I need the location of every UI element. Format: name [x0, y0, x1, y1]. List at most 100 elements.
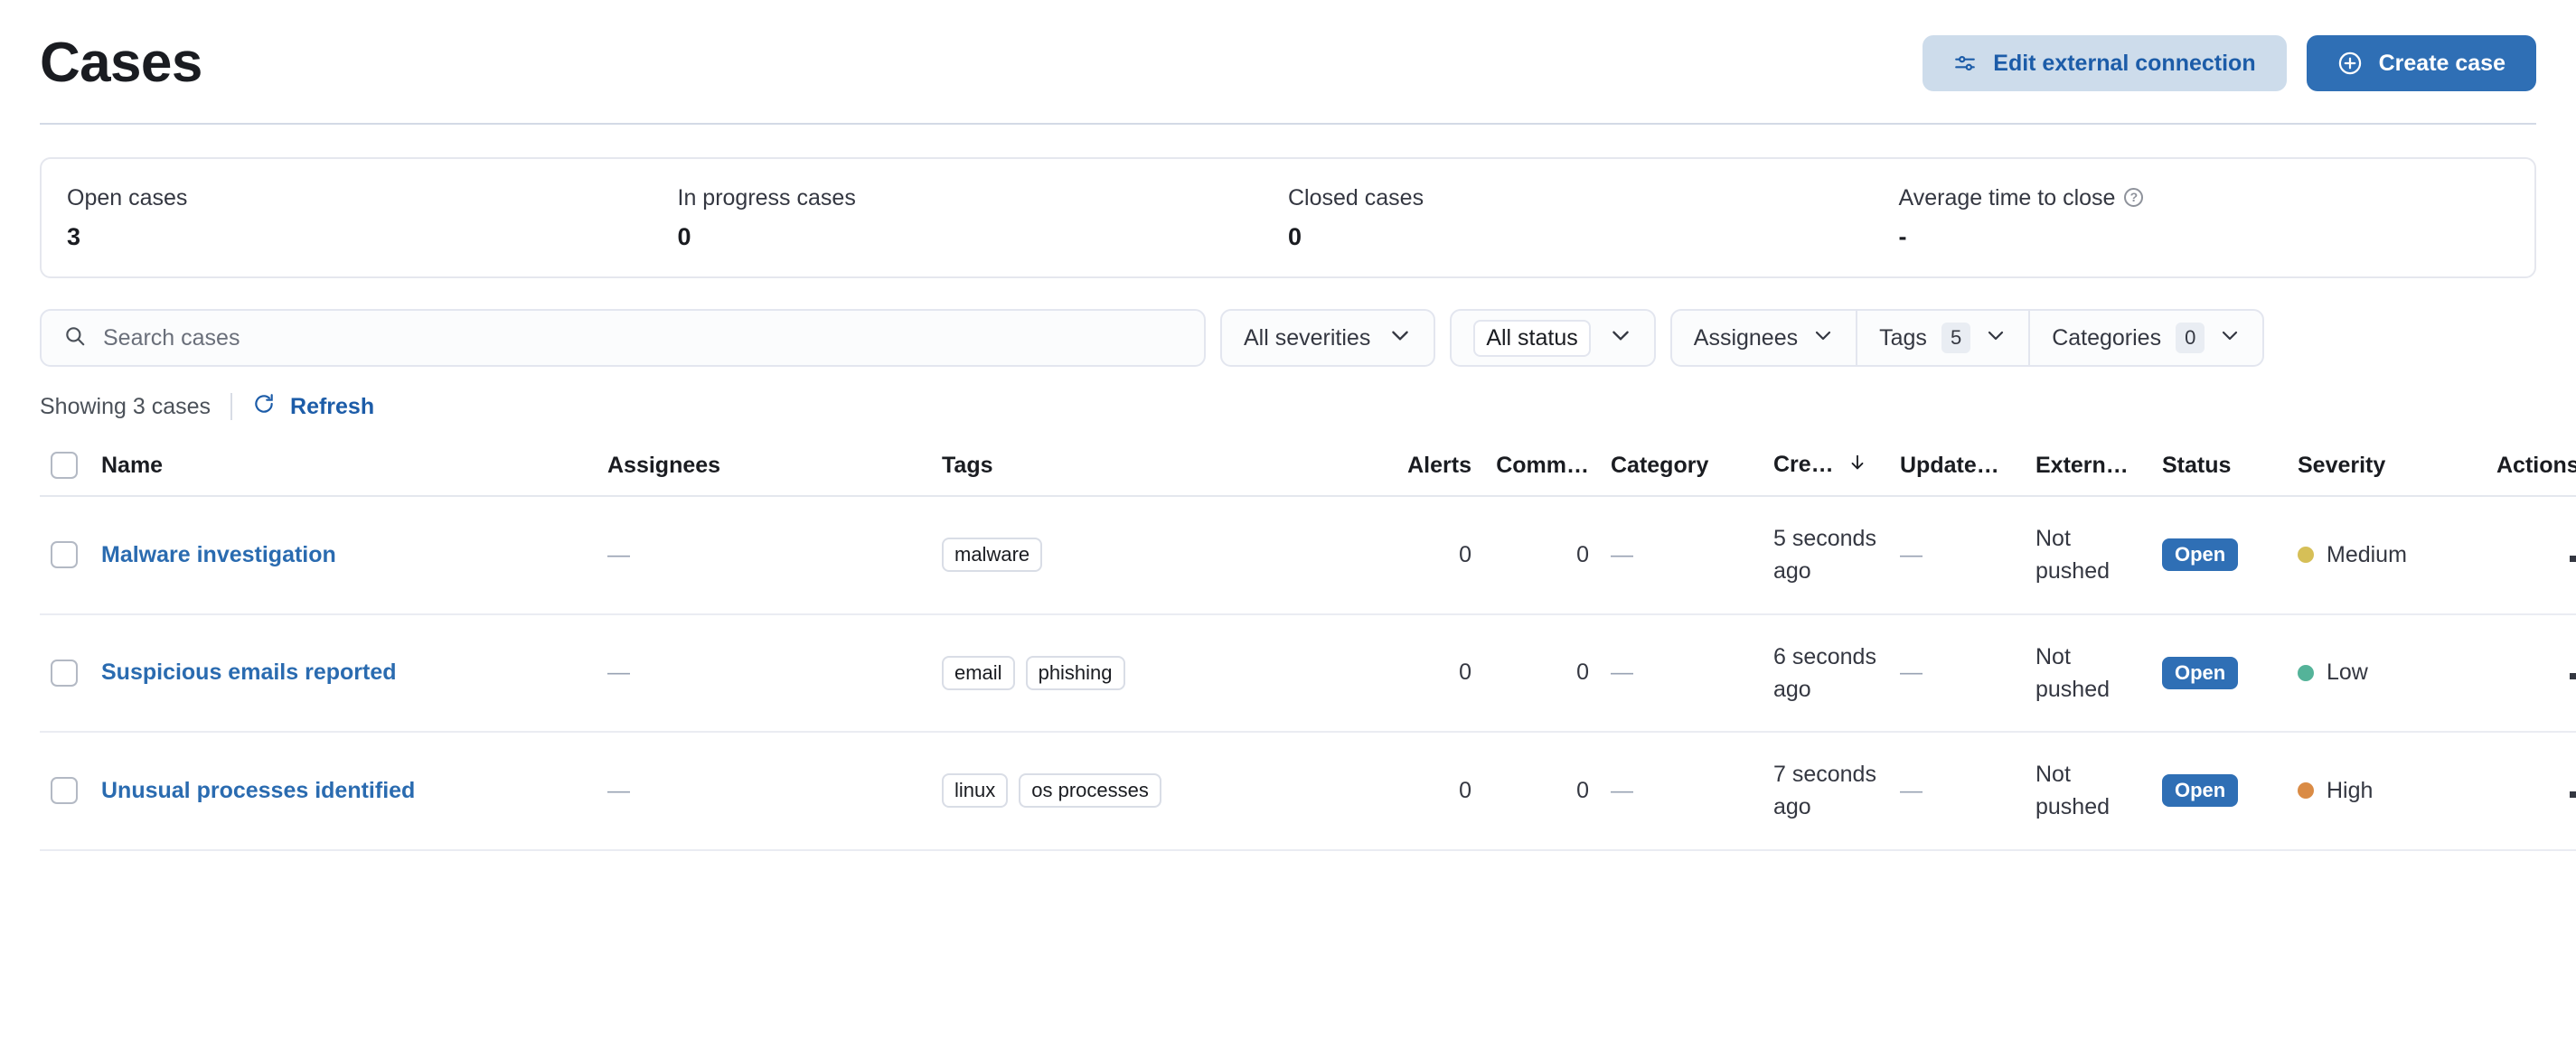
row-checkbox[interactable] [51, 659, 78, 687]
case-name-link[interactable]: Malware investigation [101, 542, 336, 567]
severity-indicator: Medium [2298, 542, 2475, 568]
sliders-icon [1953, 51, 1977, 75]
stat-average-time-to-close-value: - [1898, 222, 1907, 250]
column-header-category[interactable]: Category [1600, 443, 1763, 497]
status-filter[interactable]: All status [1450, 309, 1656, 367]
stat-in-progress-cases-value: 0 [677, 222, 691, 250]
plus-circle-icon [2337, 51, 2363, 76]
header-divider [40, 123, 2536, 125]
tag-chip[interactable]: linux [942, 773, 1009, 809]
categories-filter[interactable]: Categories 0 [2030, 311, 2262, 365]
chevron-down-icon [1388, 323, 1412, 353]
edit-external-connection-button[interactable]: Edit external connection [1923, 35, 2287, 91]
severity-filter-label: All severities [1244, 324, 1371, 351]
help-circle-icon[interactable]: ? [2124, 188, 2144, 208]
case-name-link[interactable]: Unusual processes identified [101, 778, 415, 803]
row-select-cell [40, 496, 90, 615]
category-value: — [1611, 660, 1633, 686]
page-header: Cases Edit external connection Create ca… [40, 0, 2536, 119]
stat-closed-cases-value: 0 [1288, 222, 1302, 250]
row-actions-cell [2486, 496, 2576, 615]
select-all-header [40, 443, 90, 497]
case-name-link[interactable]: Suspicious emails reported [101, 660, 397, 685]
stat-average-time-to-close-text: Average time to close [1898, 184, 2116, 211]
column-header-tags[interactable]: Tags [931, 443, 1365, 497]
refresh-button[interactable]: Refresh [252, 392, 374, 422]
row-category-cell: — [1600, 613, 1763, 733]
row-category-cell: — [1600, 732, 1763, 851]
assignees-filter-label: Assignees [1693, 324, 1799, 351]
stat-in-progress-cases-label: In progress cases [677, 184, 856, 211]
cases-table-head: Name Assignees Tags Alerts Comm… Categor… [40, 443, 2576, 497]
sort-desc-icon [1847, 453, 1867, 479]
tag-chip[interactable]: malware [942, 538, 1043, 573]
table-row: Malware investigation — malware 0 0 — 5 … [40, 496, 2576, 615]
assignees-value: — [607, 660, 630, 686]
column-header-status[interactable]: Status [2151, 443, 2287, 497]
row-severity-cell: Low [2287, 613, 2486, 733]
search-input[interactable] [103, 324, 1182, 351]
row-checkbox[interactable] [51, 541, 78, 569]
column-header-alerts[interactable]: Alerts [1365, 443, 1482, 497]
tags-filter-count: 5 [1941, 322, 1971, 354]
row-assignees-cell: — [597, 496, 931, 615]
cases-page: Cases Edit external connection Create ca… [0, 0, 2576, 1048]
tag-chip[interactable]: os processes [1019, 773, 1161, 809]
severity-indicator: High [2298, 778, 2475, 804]
row-updated-cell: — [1889, 496, 2025, 615]
status-badge: Open [2162, 538, 2239, 572]
severity-label: Low [2327, 660, 2368, 686]
assignees-filter[interactable]: Assignees [1672, 311, 1858, 365]
create-case-button[interactable]: Create case [2306, 35, 2536, 91]
tag-chip[interactable]: phishing [1025, 655, 1125, 690]
column-header-external[interactable]: Extern… [2025, 443, 2151, 497]
tag-chip[interactable]: email [942, 655, 1015, 690]
row-status-cell: Open [2151, 496, 2287, 615]
search-icon [63, 324, 87, 352]
column-header-name[interactable]: Name [90, 443, 597, 497]
column-header-comments[interactable]: Comm… [1482, 443, 1600, 497]
row-actions-menu-icon[interactable] [2566, 788, 2576, 801]
row-comments-cell: 0 [1482, 496, 1600, 615]
row-created-cell: 5 seconds ago [1763, 496, 1889, 615]
search-cases-box[interactable] [40, 309, 1206, 367]
column-header-severity[interactable]: Severity [2287, 443, 2486, 497]
row-category-cell: — [1600, 496, 1763, 615]
status-badge: Open [2162, 774, 2239, 808]
column-header-updated[interactable]: Update… [1889, 443, 2025, 497]
row-checkbox[interactable] [51, 777, 78, 805]
row-alerts-cell: 0 [1365, 613, 1482, 733]
column-header-created[interactable]: Cre… [1763, 443, 1889, 497]
updated-value: — [1900, 777, 1923, 803]
header-actions: Edit external connection Create case [1923, 35, 2536, 91]
stat-in-progress-cases: In progress cases 0 [678, 184, 1289, 251]
tags-filter[interactable]: Tags 5 [1857, 311, 2031, 365]
assignees-value: — [607, 541, 630, 567]
categories-filter-label: Categories [2052, 324, 2162, 351]
row-external-cell: Not pushed [2025, 496, 2151, 615]
row-actions-menu-icon[interactable] [2566, 669, 2576, 683]
severity-filter[interactable]: All severities [1220, 309, 1436, 367]
row-comments-cell: 0 [1482, 613, 1600, 733]
list-meta-row: Showing 3 cases Refresh [40, 390, 2536, 423]
chevron-down-icon [2219, 324, 2241, 352]
chevron-down-icon [1609, 323, 1632, 353]
row-select-cell [40, 732, 90, 851]
select-all-checkbox[interactable] [51, 452, 78, 479]
tag-list: linux os processes [942, 773, 1354, 809]
row-tags-cell: email phishing [931, 613, 1365, 733]
category-value: — [1611, 541, 1633, 567]
stat-average-time-to-close-label: Average time to close ? [1899, 184, 2510, 211]
meta-divider [230, 393, 233, 420]
showing-count-text: Showing 3 cases [40, 393, 212, 419]
column-header-actions: Actions [2486, 443, 2576, 497]
row-severity-cell: Medium [2287, 496, 2486, 615]
assignees-value: — [607, 777, 630, 803]
create-case-label: Create case [2378, 50, 2505, 76]
severity-dot-icon [2298, 782, 2314, 800]
status-filter-label: All status [1473, 319, 1591, 357]
row-external-cell: Not pushed [2025, 613, 2151, 733]
row-actions-menu-icon[interactable] [2566, 552, 2576, 566]
row-severity-cell: High [2287, 732, 2486, 851]
column-header-assignees[interactable]: Assignees [597, 443, 931, 497]
